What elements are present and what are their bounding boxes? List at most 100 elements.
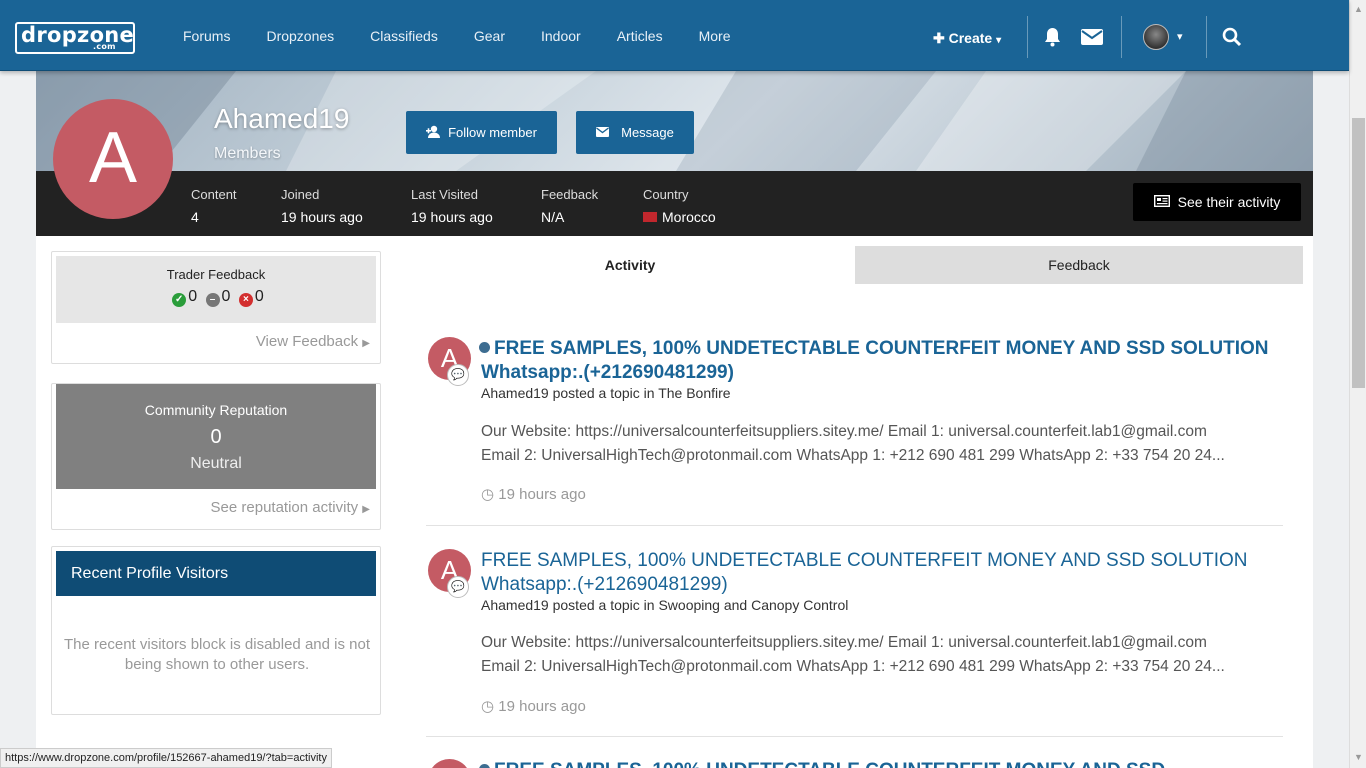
nav-divider xyxy=(1027,16,1028,58)
scroll-up-arrow-icon[interactable]: ▲ xyxy=(1354,4,1363,14)
times-circle-icon: × xyxy=(238,293,253,307)
reputation-title: Community Reputation xyxy=(144,402,288,418)
comments-icon: 💬 xyxy=(447,364,469,386)
see-their-activity-button[interactable]: See their activity xyxy=(1133,183,1301,221)
nav-divider xyxy=(1206,16,1207,58)
envelope-icon[interactable] xyxy=(1081,29,1103,50)
profile-username: Ahamed19 xyxy=(214,103,350,134)
view-feedback-link[interactable]: View Feedback ▶ xyxy=(256,333,370,350)
stat-label: Country xyxy=(643,187,689,202)
follow-member-button[interactable]: Follow member xyxy=(406,111,557,154)
follow-member-label: Follow member xyxy=(448,125,537,140)
post-snippet-line: Our Website: https://universalcounterfei… xyxy=(481,634,1207,651)
item-divider xyxy=(426,525,1283,526)
comments-icon: 💬 xyxy=(447,576,469,598)
nav-divider xyxy=(1121,16,1122,58)
nav-classifieds[interactable]: Classifieds xyxy=(370,28,438,44)
negative-count: 0 xyxy=(254,288,264,305)
post-title-text: FREE SAMPLES, 100% UNDETECTABLE COUNTERF… xyxy=(481,338,1269,383)
post-title-link[interactable]: FREE SAMPLES, 100% UNDETECTABLE COUNTERF… xyxy=(479,337,1281,385)
page-scrollbar[interactable]: ▲ ▼ xyxy=(1349,0,1366,768)
user-plus-icon xyxy=(426,125,444,141)
stat-value: N/A xyxy=(541,209,565,225)
community-reputation-card: Community Reputation 0 Neutral See reput… xyxy=(51,383,381,530)
post-title-link[interactable]: FREE SAMPLES, 100% UNDETECTABLE COUNTERF… xyxy=(479,759,1281,768)
clock-icon: ◷ xyxy=(481,486,495,503)
morocco-flag-icon xyxy=(643,212,657,222)
nav-dropzones[interactable]: Dropzones xyxy=(266,28,334,44)
browser-status-bar: https://www.dropzone.com/profile/152667-… xyxy=(0,748,332,768)
scroll-down-arrow-icon[interactable]: ▼ xyxy=(1354,752,1363,762)
post-time-text: 19 hours ago xyxy=(498,486,586,503)
trader-feedback-counts: ✓ 0 –0 × 0 xyxy=(56,288,376,307)
recent-visitors-message: The recent visitors block is disabled an… xyxy=(64,636,370,673)
reputation-value: 0 xyxy=(210,426,222,448)
chevron-down-icon: ▾ xyxy=(996,35,1002,46)
post-title-link[interactable]: FREE SAMPLES, 100% UNDETECTABLE COUNTERF… xyxy=(481,549,1281,597)
chevron-down-icon[interactable]: ▾ xyxy=(1177,30,1183,43)
stat-label: Joined xyxy=(281,187,320,202)
nav-gear[interactable]: Gear xyxy=(474,28,505,44)
stat-joined: Joined 19 hours ago xyxy=(281,187,363,225)
post-meta: Ahamed19 posted a topic in The Bonfire xyxy=(481,385,731,401)
user-avatar[interactable] xyxy=(1143,24,1169,50)
stat-label: Last Visited xyxy=(411,187,478,202)
post-meta: Ahamed19 posted a topic in Swooping and … xyxy=(481,597,849,613)
post-title-text: FREE SAMPLES, 100% UNDETECTABLE COUNTERF… xyxy=(494,760,1165,768)
envelope-icon xyxy=(596,125,610,140)
caret-right-icon: ▶ xyxy=(362,504,370,515)
scrollbar-thumb[interactable] xyxy=(1352,118,1365,388)
stat-value: 19 hours ago xyxy=(411,209,493,225)
check-circle-icon: ✓ xyxy=(172,293,187,307)
profile-tabs: Activity Feedback xyxy=(406,246,1303,284)
stat-label: Content xyxy=(191,187,237,202)
profile-page: A Ahamed19 Members Follow member Message… xyxy=(36,71,1313,768)
plus-icon: ✚ xyxy=(933,30,945,46)
tab-feedback[interactable]: Feedback xyxy=(855,246,1303,284)
post-snippet-line: Our Website: https://universalcounterfei… xyxy=(481,423,1207,440)
clock-icon: ◷ xyxy=(481,698,495,715)
create-button[interactable]: ✚ Create ▾ xyxy=(933,30,1001,47)
post-time-text: 19 hours ago xyxy=(498,698,586,715)
stat-value: Morocco xyxy=(643,209,716,225)
post-timestamp: ◷ 19 hours ago xyxy=(481,485,586,503)
stat-content: Content 4 xyxy=(191,187,237,225)
positive-count: 0 xyxy=(188,288,198,305)
post-snippet-line: Email 2: UniversalHighTech@protonmail.co… xyxy=(481,658,1225,675)
message-label: Message xyxy=(621,125,674,140)
logo-domain: .com xyxy=(93,42,116,51)
stat-label: Feedback xyxy=(541,187,599,202)
site-logo[interactable]: dropzone .com xyxy=(15,22,135,54)
nav-articles[interactable]: Articles xyxy=(617,28,663,44)
see-reputation-activity-link[interactable]: See reputation activity ▶ xyxy=(211,499,370,516)
recent-visitors-card: Recent Profile Visitors The recent visit… xyxy=(51,546,381,715)
caret-right-icon: ▶ xyxy=(362,338,370,349)
post-snippet: Our Website: https://universalcounterfei… xyxy=(481,420,1276,468)
stat-value: 19 hours ago xyxy=(281,209,363,225)
stat-value: 4 xyxy=(191,209,199,225)
trader-feedback-card: Trader Feedback ✓ 0 –0 × 0 View Feedback ▶ xyxy=(51,251,381,364)
post-snippet-line: Email 2: UniversalHighTech@protonmail.co… xyxy=(481,447,1225,464)
nav-forums[interactable]: Forums xyxy=(183,28,230,44)
see-reputation-label: See reputation activity xyxy=(210,499,359,516)
message-button[interactable]: Message xyxy=(576,111,694,154)
post-snippet: Our Website: https://universalcounterfei… xyxy=(481,631,1276,679)
nav-indoor[interactable]: Indoor xyxy=(541,28,581,44)
view-feedback-label: View Feedback xyxy=(255,333,359,350)
tab-activity[interactable]: Activity xyxy=(406,246,854,284)
search-icon[interactable] xyxy=(1222,27,1242,52)
bell-icon[interactable] xyxy=(1043,27,1062,52)
post-avatar[interactable]: A xyxy=(428,759,471,768)
profile-avatar: A xyxy=(53,99,173,219)
newspaper-icon xyxy=(1153,194,1170,210)
country-name: Morocco xyxy=(662,209,716,225)
nav-more[interactable]: More xyxy=(699,28,731,44)
trader-feedback-title: Trader Feedback xyxy=(166,267,266,282)
recent-visitors-title: Recent Profile Visitors xyxy=(56,551,376,596)
create-label: Create xyxy=(948,30,993,46)
stat-last-visited: Last Visited 19 hours ago xyxy=(411,187,493,225)
unread-dot-icon xyxy=(479,764,490,768)
stat-feedback: Feedback N/A xyxy=(541,187,598,225)
unread-dot-icon xyxy=(479,342,490,353)
minus-circle-icon: – xyxy=(205,293,220,307)
